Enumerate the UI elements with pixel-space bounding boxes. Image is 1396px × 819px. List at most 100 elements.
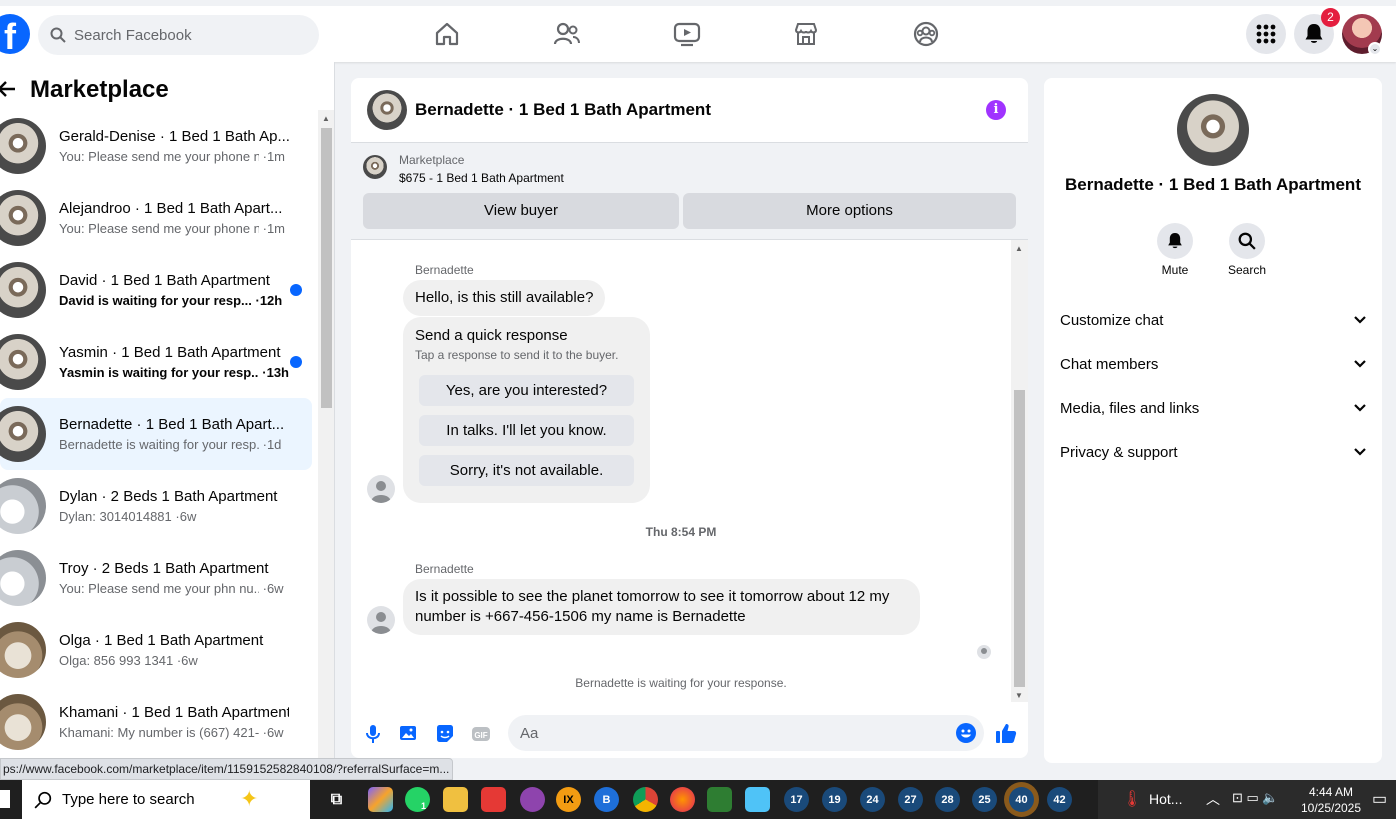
search-box[interactable] (38, 15, 319, 55)
friends-icon[interactable] (552, 19, 582, 49)
conversation-name: David · 1 Bed 1 Bath Apartment (59, 272, 270, 289)
windows-start-icon[interactable] (0, 790, 10, 808)
more-options-button[interactable]: More options (683, 193, 1016, 229)
conversation-item[interactable]: Yasmin · 1 Bed 1 Bath Apartment Yasmin is… (0, 326, 312, 398)
sticker-icon[interactable] (435, 724, 455, 744)
taskbar-search[interactable]: ✦ (22, 780, 310, 819)
sidebar-scrollbar[interactable]: ▲ (318, 110, 334, 758)
facebook-logo[interactable]: f (0, 14, 30, 54)
conversation-item-active[interactable]: Bernadette · 1 Bed 1 Bath Apart... Bernad… (0, 398, 312, 470)
conversation-name: Olga · 1 Bed 1 Bath Apartment (59, 632, 264, 649)
conversation-item[interactable]: Troy · 2 Beds 1 Bath Apartment You: Pleas… (0, 542, 312, 614)
firefox-icon[interactable] (670, 787, 695, 812)
quick-response-yes[interactable]: Yes, are you interested? (419, 375, 634, 406)
ix-app-icon[interactable]: IX (556, 787, 581, 812)
chat-scrollbar[interactable]: ▲ ▼ (1011, 240, 1028, 702)
chat-info-avatar[interactable] (1177, 94, 1249, 166)
customize-chat-section[interactable]: Customize chat (1060, 300, 1366, 340)
message-timestamp: Thu 8:54 PM (645, 525, 717, 539)
conversation-list: Gerald-Denise · 1 Bed 1 Bath Ap... You: P… (0, 110, 312, 758)
scrollbar-thumb[interactable] (1014, 390, 1025, 687)
photo-icon[interactable] (399, 724, 419, 744)
conversation-item[interactable]: Khamani · 1 Bed 1 Bath Apartment Khamani:… (0, 686, 312, 758)
security-app-icon[interactable]: B (594, 787, 619, 812)
marketplace-store-icon[interactable] (791, 19, 821, 49)
conversation-preview: David is waiting for your resp... (59, 293, 252, 308)
temp-app-17[interactable]: 17 (784, 787, 809, 812)
chat-info-title: Bernadette · 1 Bed 1 Bath Apartment (1065, 175, 1361, 194)
app-badge: 17 (790, 793, 803, 806)
mute-button[interactable]: Mute (1145, 223, 1205, 277)
taskbar-clock[interactable]: 4:44 AM 10/25/2025 (1300, 784, 1362, 816)
notification-center-icon[interactable]: ▭ (1372, 789, 1387, 809)
listing-thumbnail (0, 118, 46, 174)
message-input[interactable] (508, 715, 984, 751)
copilot-sparkle-icon[interactable]: ✦ (240, 786, 258, 812)
conversation-item[interactable]: Gerald-Denise · 1 Bed 1 Bath Ap... You: P… (0, 110, 312, 182)
paint-app-icon[interactable] (520, 787, 545, 812)
conversation-item[interactable]: Alejandroo · 1 Bed 1 Bath Apart... You: P… (0, 182, 312, 254)
chevron-up-icon[interactable]: ︿ (1206, 789, 1220, 809)
notes-app-icon[interactable] (745, 787, 770, 812)
scroll-up-arrow-icon[interactable]: ▲ (1015, 244, 1023, 253)
listing-thumbnail (0, 478, 46, 534)
media-files-links-section[interactable]: Media, files and links (1060, 388, 1366, 428)
temp-app-28[interactable]: 28 (935, 787, 960, 812)
temp-app-24[interactable]: 24 (860, 787, 885, 812)
quick-response-in-talks[interactable]: In talks. I'll let you know. (419, 415, 634, 446)
info-icon[interactable]: i (986, 100, 1006, 120)
like-thumb-icon[interactable] (995, 722, 1017, 744)
menu-grid-button[interactable] (1246, 14, 1286, 54)
unread-dot (290, 284, 302, 296)
whatsapp-icon[interactable]: 1 (405, 787, 430, 812)
privacy-support-section[interactable]: Privacy & support (1060, 432, 1366, 472)
scroll-up-arrow-icon[interactable]: ▲ (322, 114, 330, 123)
notifications-button[interactable]: 2 (1294, 8, 1340, 54)
scroll-down-arrow-icon[interactable]: ▼ (1015, 691, 1023, 700)
marketplace-label: Marketplace (399, 153, 465, 167)
conversation-time: 1m (266, 221, 286, 236)
bell-icon (1305, 24, 1323, 43)
quick-response-not-available[interactable]: Sorry, it's not available. (419, 455, 634, 486)
search-input[interactable] (74, 26, 294, 44)
conversation-item[interactable]: Dylan · 2 Beds 1 Bath Apartment Dylan: 30… (0, 470, 312, 542)
conversation-item[interactable]: Olga · 1 Bed 1 Bath Apartment Olga: 856 9… (0, 614, 312, 686)
conversation-item[interactable]: David · 1 Bed 1 Bath Apartment David is w… (0, 254, 312, 326)
groups-icon[interactable] (911, 19, 941, 49)
emoji-icon[interactable] (956, 723, 976, 743)
listing-thumbnail (0, 622, 46, 678)
back-arrow-icon[interactable] (0, 77, 18, 103)
temp-app-40[interactable]: 40 (1009, 787, 1034, 812)
chat-avatar[interactable] (367, 90, 407, 130)
quick-response-subtitle: Tap a response to send it to the buyer. (415, 348, 619, 362)
conversation-time: 6w (181, 653, 198, 668)
chevron-down-icon[interactable]: ⌄ (1368, 42, 1382, 56)
search-label: Search (1227, 263, 1267, 277)
gif-icon[interactable]: GIF (471, 724, 491, 744)
app-badge: 25 (978, 793, 991, 806)
watch-video-icon[interactable] (672, 19, 702, 49)
listing-price-title[interactable]: $675 - 1 Bed 1 Bath Apartment (399, 171, 564, 185)
chevron-down-icon (1354, 316, 1366, 324)
system-tray-icons[interactable]: ⊡ ▭ 🔈 (1232, 790, 1279, 806)
microphone-icon[interactable] (363, 724, 383, 744)
temp-app-42[interactable]: 42 (1047, 787, 1072, 812)
copilot-app-icon[interactable] (368, 787, 393, 812)
conversation-preview: Bernadette is waiting for your resp... (59, 437, 259, 452)
task-view-icon[interactable]: ⧉ (324, 787, 349, 812)
chat-members-section[interactable]: Chat members (1060, 344, 1366, 384)
taskbar-search-input[interactable] (62, 791, 262, 808)
file-explorer-icon[interactable] (443, 787, 468, 812)
chat-title[interactable]: Bernadette · 1 Bed 1 Bath Apartment (415, 100, 711, 120)
chrome-icon[interactable] (633, 787, 658, 812)
search-conversation-button[interactable]: Search (1217, 223, 1277, 277)
temp-app-27[interactable]: 27 (898, 787, 923, 812)
spreadsheet-icon[interactable] (707, 787, 732, 812)
scrollbar-thumb[interactable] (321, 128, 332, 408)
temp-app-25[interactable]: 25 (972, 787, 997, 812)
view-buyer-button[interactable]: View buyer (363, 193, 679, 229)
temp-app-19[interactable]: 19 (822, 787, 847, 812)
anydesk-icon[interactable] (481, 787, 506, 812)
home-icon[interactable] (432, 19, 462, 49)
listing-thumbnail[interactable] (363, 155, 387, 179)
